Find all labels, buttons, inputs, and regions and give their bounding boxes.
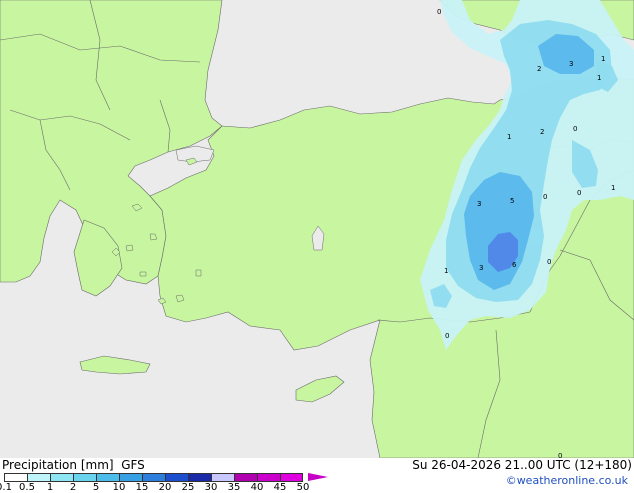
- map-value-label: 2: [537, 65, 541, 73]
- precipitation-color-scale: [4, 473, 303, 482]
- scale-tick-label: 0.1: [0, 482, 12, 493]
- scale-tick-label: 2: [69, 482, 77, 493]
- scale-swatch: [119, 473, 142, 482]
- map-value-label: 1: [601, 55, 605, 63]
- map-value-label: 2: [540, 128, 544, 136]
- scale-swatch: [257, 473, 280, 482]
- scale-swatch: [50, 473, 73, 482]
- scale-swatch: [211, 473, 234, 482]
- scale-tick-label: 35: [227, 482, 241, 493]
- credit-link[interactable]: ©weatheronline.co.uk: [506, 474, 628, 487]
- scale-arrow: [308, 473, 328, 481]
- scale-tick-label: 5: [92, 482, 100, 493]
- scale-tick-label: 1: [46, 482, 54, 493]
- map-value-label: 0: [547, 258, 551, 266]
- scale-tick-label: 20: [158, 482, 172, 493]
- scale-tick-label: 45: [273, 482, 287, 493]
- map-value-label: 0: [577, 189, 581, 197]
- precipitation-map: 3 1 2 1 1 2 0 0 1 3 5 0 1 3 6 0 0 0 0: [0, 0, 634, 458]
- map-value-label: 1: [507, 133, 511, 141]
- scale-swatch: [27, 473, 50, 482]
- weather-map-widget: 3 1 2 1 1 2 0 0 1 3 5 0 1 3 6 0 0 0 0 Pr…: [0, 0, 634, 493]
- scale-tick-label: 0.5: [19, 482, 35, 493]
- map-value-label: 0: [445, 332, 449, 340]
- scale-tick-label: 50: [296, 482, 310, 493]
- map-value-label: 3: [477, 200, 481, 208]
- map-title: Precipitation [mm] GFS: [2, 458, 145, 472]
- scale-swatch: [188, 473, 211, 482]
- map-value-label: 3: [569, 60, 573, 68]
- map-value-label: 6: [512, 261, 517, 269]
- scale-swatch: [234, 473, 257, 482]
- map-value-label: 1: [597, 74, 601, 82]
- scale-tick-label: 30: [204, 482, 218, 493]
- scale-swatch: [73, 473, 96, 482]
- scale-swatch: [96, 473, 119, 482]
- scale-tick-label: 40: [250, 482, 264, 493]
- scale-tick-label: 15: [135, 482, 149, 493]
- map-value-label: 5: [510, 197, 514, 205]
- scale-swatch: [142, 473, 165, 482]
- scale-swatch: [165, 473, 188, 482]
- map-footer: Precipitation [mm] GFS Su 26-04-2026 21.…: [0, 458, 634, 493]
- forecast-time: Su 26-04-2026 21..00 UTC (12+180): [412, 458, 632, 472]
- scale-tick-label: 25: [181, 482, 195, 493]
- map-value-label: 0: [543, 193, 547, 201]
- map-value-label: 0: [573, 125, 577, 133]
- scale-tick-label: 10: [112, 482, 126, 493]
- map-value-label: 1: [611, 184, 615, 192]
- map-value-label: 3: [479, 264, 483, 272]
- map-value-label: 1: [444, 267, 448, 275]
- map-value-label: 0: [437, 8, 441, 16]
- scale-swatch: [280, 473, 303, 482]
- scale-swatch: [4, 473, 27, 482]
